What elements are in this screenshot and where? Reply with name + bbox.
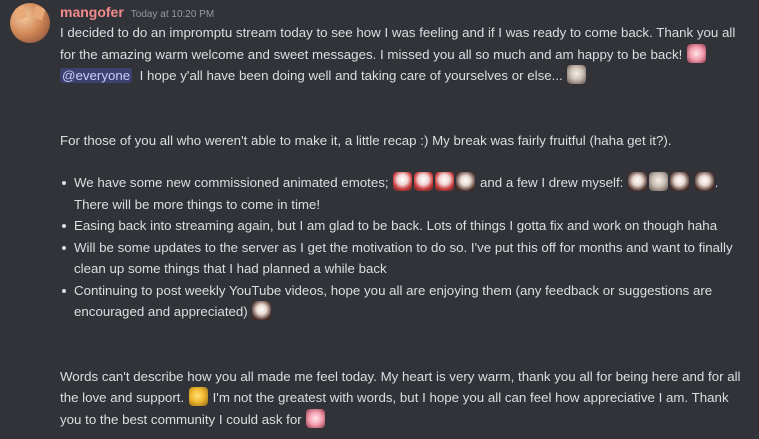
intro-text-2: I hope y'all have been doing well and ta… <box>139 68 563 83</box>
message-content: mangofer Today at 10:20 PM I decided to … <box>60 2 750 430</box>
chibi-dance-emote[interactable] <box>694 172 714 191</box>
yellow-thumbs-emote[interactable] <box>188 387 208 406</box>
chibi-dance-emote[interactable] <box>670 172 690 191</box>
intro-paragraph: I decided to do an impromptu stream toda… <box>60 22 750 87</box>
bullet-text: and a few I drew myself: <box>480 175 624 190</box>
bullet-text: Continuing to post weekly YouTube videos… <box>74 282 713 320</box>
message-header: mangofer Today at 10:20 PM <box>60 2 750 22</box>
list-item: Easing back into streaming again, but I … <box>62 215 750 237</box>
red-mask-emote[interactable] <box>414 172 434 191</box>
recap-list: We have some new commissioned animated e… <box>60 172 750 323</box>
list-item: Will be some updates to the server as I … <box>62 237 750 280</box>
red-mask-emote[interactable] <box>435 172 455 191</box>
list-item: Continuing to post weekly YouTube videos… <box>62 280 750 323</box>
list-item: We have some new commissioned animated e… <box>62 172 750 215</box>
chat-message: mangofer Today at 10:20 PM I decided to … <box>0 0 759 439</box>
everyone-mention[interactable]: @everyone <box>60 68 133 83</box>
bullet-text: Will be some updates to the server as I … <box>74 239 733 277</box>
user-avatar[interactable] <box>10 3 50 43</box>
recap-intro: For those of you all who weren't able to… <box>60 132 672 148</box>
username[interactable]: mangofer <box>60 2 124 22</box>
avatar-ear-right <box>32 5 46 21</box>
avatar-ear-left <box>14 5 28 21</box>
chibi-dance-emote[interactable] <box>456 172 476 191</box>
gray-peek-emote[interactable] <box>649 172 669 191</box>
gray-peek-emote[interactable] <box>567 65 587 84</box>
pink-hearts-emote[interactable] <box>687 43 707 63</box>
closing-paragraph: Words can't describe how you all made me… <box>60 366 750 431</box>
pink-hearts-emote[interactable] <box>306 408 326 428</box>
chibi-dance-emote[interactable] <box>252 301 272 320</box>
red-mask-emote[interactable] <box>393 172 413 191</box>
bullet-text: We have some new commissioned animated e… <box>74 175 389 190</box>
intro-text: I decided to do an impromptu stream toda… <box>60 25 736 62</box>
message-body: I decided to do an impromptu stream toda… <box>60 22 750 430</box>
bullet-text: Easing back into streaming again, but I … <box>74 218 718 233</box>
chibi-dance-emote[interactable] <box>628 172 648 191</box>
